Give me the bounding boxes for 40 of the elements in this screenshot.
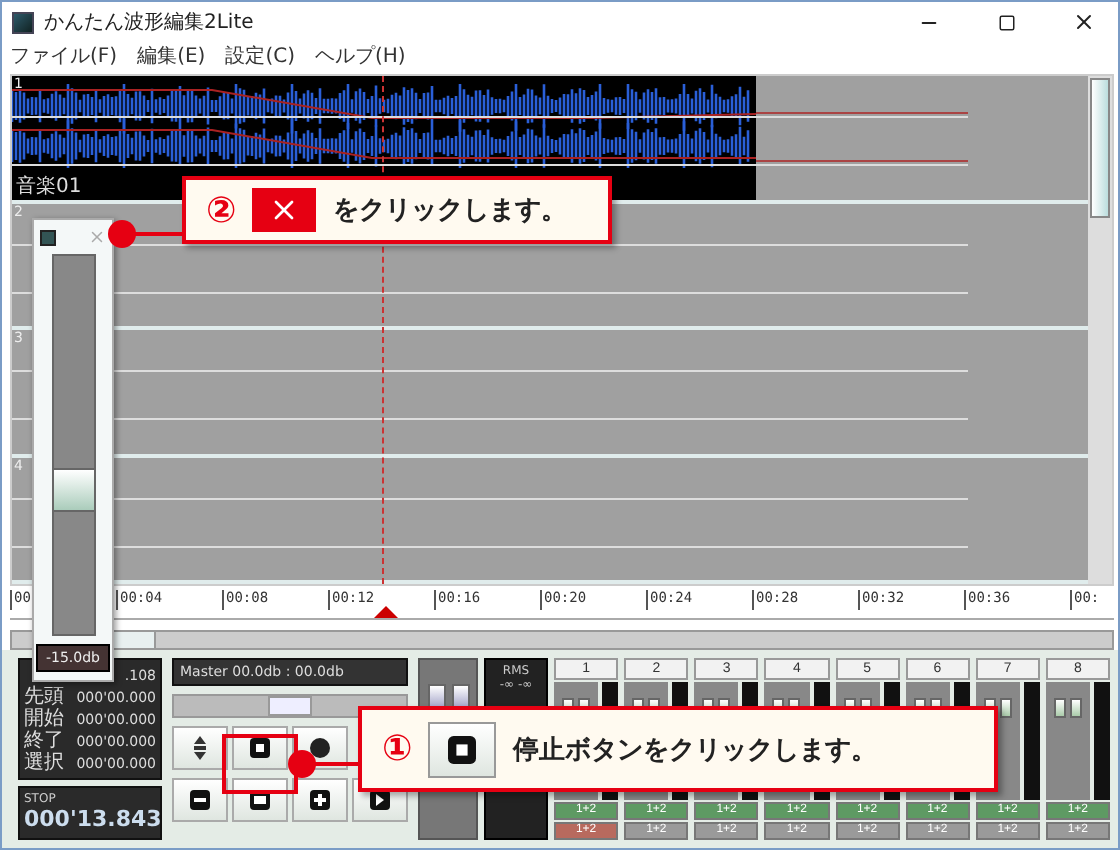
position-label: 開始 — [24, 708, 64, 730]
level-meter — [1023, 682, 1040, 800]
stop-button[interactable] — [232, 726, 288, 770]
instruction-text: 停止ボタンをクリックします。 — [512, 733, 877, 767]
menu-item[interactable]: ファイル(F) — [10, 42, 118, 70]
slider-thumb[interactable] — [51, 468, 95, 513]
level-meter — [1094, 682, 1110, 800]
stop-icon — [250, 738, 270, 758]
clip-label: 音楽01 — [16, 175, 82, 199]
menu-item[interactable]: ヘルプ(H) — [314, 42, 406, 70]
rect-button[interactable] — [232, 778, 288, 822]
playhead-marker[interactable] — [374, 605, 398, 618]
minus-button[interactable] — [172, 778, 228, 822]
window-title: かんたん波形編集2Lite — [44, 9, 256, 36]
position-label: 選択 — [24, 752, 64, 774]
step-icon — [370, 790, 390, 810]
close-icon — [88, 228, 106, 246]
maximize-icon — [997, 13, 1015, 31]
app-icon — [40, 229, 56, 245]
minus-icon — [190, 790, 210, 810]
plus-button[interactable] — [292, 778, 348, 822]
time-counter: 000'13.843 — [24, 806, 162, 834]
position-label: 終了 — [24, 730, 64, 752]
channel-fader[interactable] — [1045, 682, 1090, 800]
position-label: 先頭 — [24, 686, 64, 708]
step-number: ① — [382, 728, 413, 770]
horizontal-scrollbar[interactable] — [10, 629, 1114, 650]
record-icon — [310, 738, 330, 758]
app-icon — [12, 11, 34, 33]
stop-icon — [448, 735, 477, 763]
volume-slider[interactable] — [51, 254, 95, 636]
plus-icon — [310, 790, 330, 810]
instruction-text: をクリックします。 — [332, 194, 567, 228]
fader-button[interactable] — [172, 726, 228, 770]
vertical-scrollbar[interactable] — [1088, 76, 1112, 584]
menu-item[interactable]: 設定(C) — [225, 42, 295, 70]
slider-thumb[interactable] — [268, 696, 312, 716]
updown-icon — [194, 736, 206, 760]
close-icon — [1072, 10, 1096, 34]
menu-item[interactable]: 編集(E) — [137, 42, 206, 70]
